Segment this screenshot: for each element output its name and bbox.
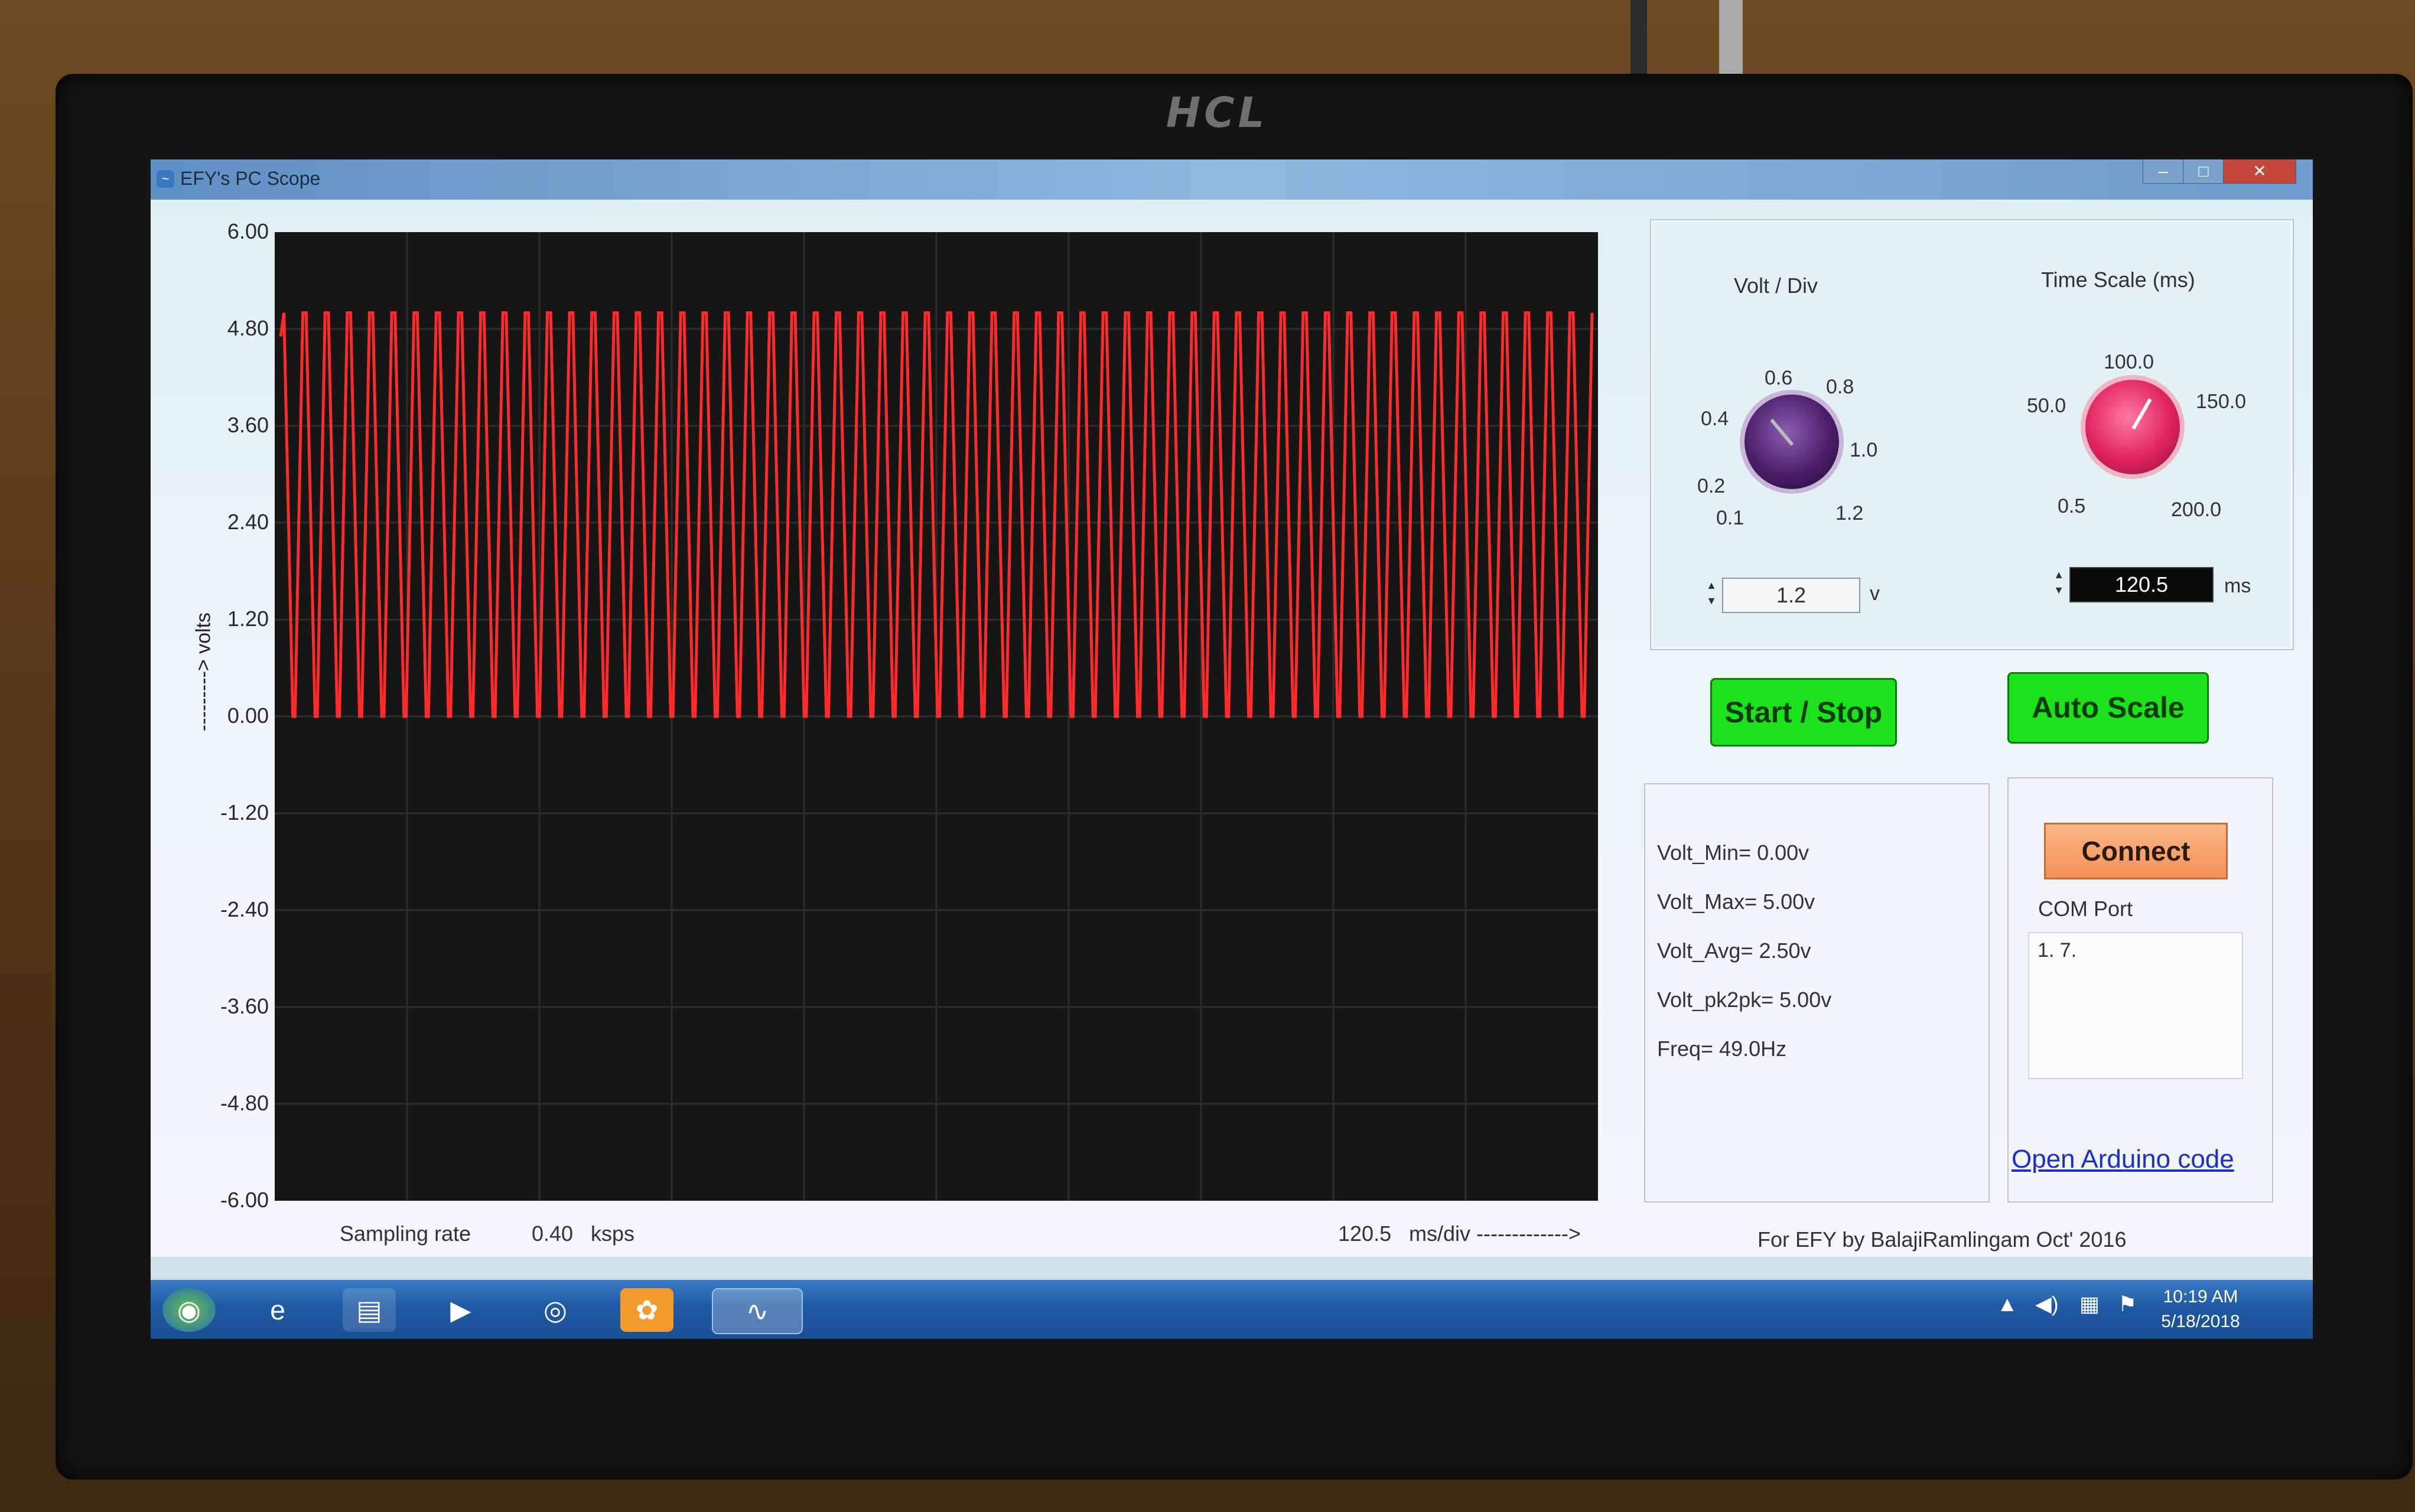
window-titlebar[interactable]: ~ EFY's PC Scope – □ ✕ [151,159,2313,200]
y-tick-label: 4.80 [227,316,269,340]
media-player-icon[interactable]: ▶ [434,1288,487,1332]
volt-div-knob[interactable] [1744,395,1839,489]
volt-div-mark: 1.2 [1835,502,1864,524]
y-tick-label: -1.20 [220,800,269,825]
y-tick-label: -3.60 [220,994,269,1018]
com-port-label: COM Port [2038,897,2133,921]
y-tick-label: 6.00 [227,219,269,243]
action-center-flag-icon[interactable]: ⚑ [2118,1292,2137,1317]
app-client-area: 6.00 4.80 3.60 2.40 1.20 0.00 -1.20 -2.40 -3.60-… [151,200,2313,1257]
time-scale-title: Time Scale (ms) [2041,268,2195,292]
app-icon: ~ [157,170,174,188]
uc-browser-icon[interactable]: ✿ [620,1288,673,1332]
chrome-icon[interactable]: ◎ [529,1288,582,1332]
time-scale-knob[interactable] [2085,380,2180,474]
taskbar: ◉ e ▤ ▶ ◎ ✿ ∿ ▲ ◀) ▦ ⚑ 10:19 AM 5/18/201… [151,1280,2313,1339]
connect-button[interactable]: Connect [2044,823,2228,879]
time-unit: ms [2224,575,2251,597]
volt-div-mark: 1.0 [1850,439,1878,461]
volt-div-input[interactable]: 1.2 [1722,578,1860,613]
volt-avg-readout: Volt_Avg= 2.50v [1657,939,1811,963]
volt-div-title: Volt / Div [1734,273,1818,298]
scope-plot[interactable] [275,232,1598,1201]
start-stop-button[interactable]: Start / Stop [1710,678,1897,747]
pc-scope-taskbar-icon[interactable]: ∿ [712,1288,803,1334]
system-clock[interactable]: 10:19 AM 5/18/2018 [2153,1285,2248,1334]
tray-expand-icon[interactable]: ▲ [1997,1292,2018,1317]
volt-div-mark: 0.1 [1716,507,1744,529]
time-knob-pointer [2131,398,2152,430]
time-div-value: 120.5 [1338,1221,1392,1246]
frequency-readout: Freq= 49.0Hz [1657,1037,1787,1061]
time-div-unit: ms/div -------------> [1409,1221,1581,1246]
y-axis-label: ---------> volts [192,612,215,732]
y-tick-label: 2.40 [227,510,269,534]
time-scale-mark: 50.0 [2027,395,2066,417]
volt-div-mark: 0.8 [1826,376,1854,398]
y-tick-label: -6.00 [220,1188,269,1212]
clock-date: 5/18/2018 [2161,1312,2240,1331]
volt-div-mark: 0.4 [1701,408,1729,430]
minimize-button[interactable]: – [2143,159,2184,184]
file-explorer-icon[interactable]: ▤ [343,1288,396,1332]
time-scale-mark: 0.5 [2058,495,2086,517]
volt-div-mark: 0.6 [1765,367,1793,389]
y-tick-label: 3.60 [227,413,269,437]
open-arduino-code-link[interactable]: Open Arduino code [2012,1145,2234,1174]
cable [1630,0,1647,83]
close-button[interactable]: ✕ [2223,159,2296,184]
volt-spin-arrows[interactable]: ▲ ▼ [1704,578,1719,611]
volt-knob-pointer [1770,418,1794,446]
sampling-rate-unit: ksps [591,1221,635,1246]
volt-max-readout: Volt_Max= 5.00v [1657,889,1815,914]
credit-text: For EFY by BalajiRamlingam Oct' 2016 [1757,1227,2127,1252]
time-scale-mark: 150.0 [2196,390,2247,413]
time-scale-input[interactable]: 120.5 [2069,567,2214,602]
time-spin-arrows[interactable]: ▲ ▼ [2052,567,2066,600]
auto-scale-button[interactable]: Auto Scale [2007,672,2209,744]
sampling-rate-value: 0.40 [532,1221,574,1246]
volt-pk2pk-readout: Volt_pk2pk= 5.00v [1657,988,1832,1012]
volt-unit: v [1870,582,1880,605]
clock-time: 10:19 AM [2163,1287,2238,1306]
scope-plot-svg [275,232,1598,1201]
time-scale-mark: 100.0 [2104,351,2154,373]
window-title: EFY's PC Scope [180,168,321,189]
com-port-list[interactable]: 1. 7. [2028,932,2243,1079]
y-tick-label: -2.40 [220,897,269,921]
internet-explorer-icon[interactable]: e [251,1288,304,1332]
volt-min-readout: Volt_Min= 0.00v [1657,840,1809,865]
y-tick-label: -4.80 [220,1091,269,1115]
network-icon[interactable]: ▦ [2079,1292,2100,1317]
com-port-item[interactable]: 1. 7. [2029,933,2242,968]
start-button-icon[interactable]: ◉ [162,1288,216,1332]
volt-div-mark: 0.2 [1697,475,1726,497]
time-scale-mark: 200.0 [2171,498,2222,521]
volume-icon[interactable]: ◀) [2035,1292,2059,1317]
sampling-rate-label: Sampling rate [340,1221,471,1246]
maximize-button[interactable]: □ [2183,159,2224,184]
monitor-brand-logo: HCL [1166,89,1268,137]
screen: ~ EFY's PC Scope – □ ✕ 6.00 4.80 3.60 2.40 1… [151,159,2313,1339]
